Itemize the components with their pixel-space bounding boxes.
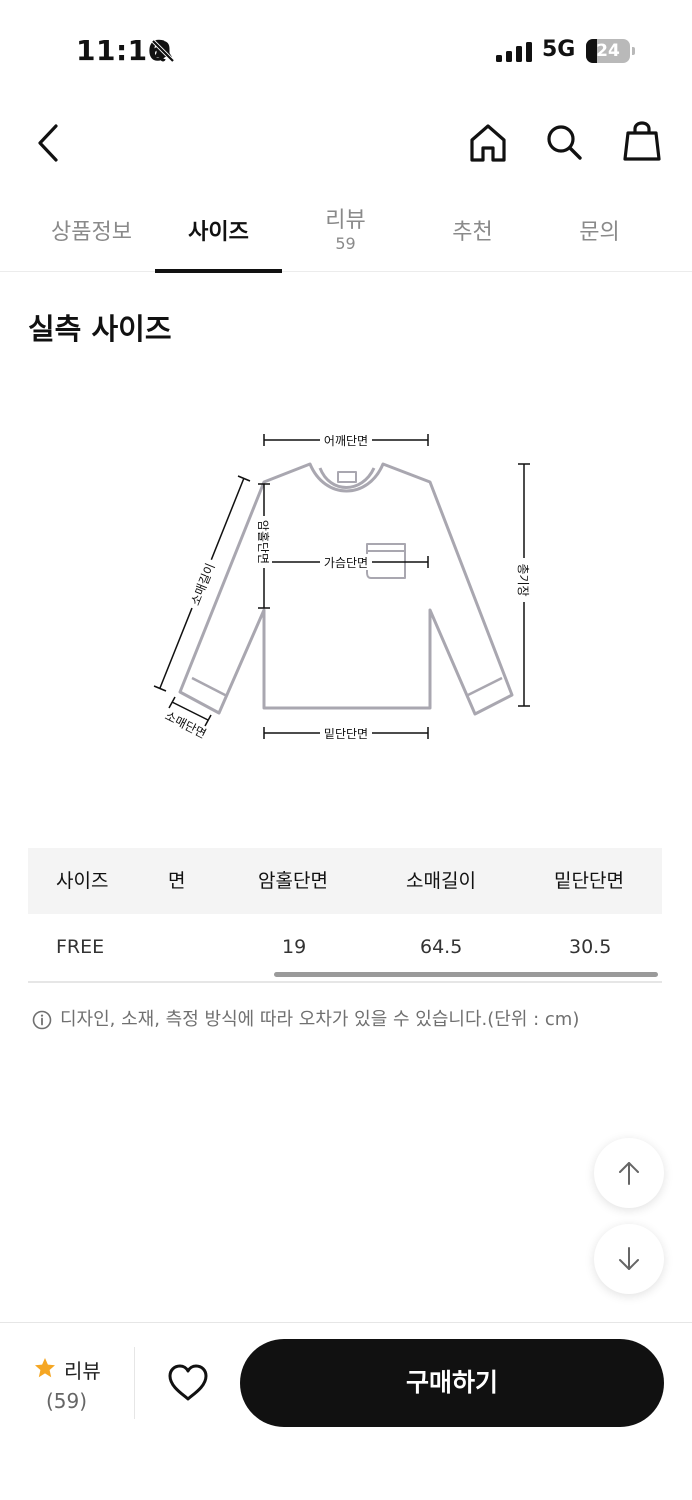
table-scrollbar[interactable] [274, 972, 658, 977]
product-tabs: 상품정보 사이즈 리뷰 59 추천 문의 [0, 196, 692, 273]
table-cell: FREE [56, 936, 105, 958]
size-diagram: 어깨단면 가슴단면 밑단단면 암홀단면 총기장 소매길이 소매단면 [153, 432, 532, 742]
home-icon[interactable] [466, 120, 510, 164]
label-armhole: 암홀단면 [256, 520, 270, 564]
section-title: 실측 사이즈 [28, 312, 172, 346]
tab-recommend[interactable]: 추천 [409, 196, 536, 272]
header-cell: 면 [168, 870, 186, 892]
table-cell: 30.5 [569, 936, 612, 958]
size-table[interactable]: 사이즈 면 암홀단면 소매길이 밑단단면 FREE 19 64.5 30.5 [28, 848, 662, 982]
header-cell: 암홀단면 [258, 870, 328, 892]
tab-label: 상품정보 [51, 220, 132, 245]
star-icon [35, 1358, 55, 1378]
status-bar: 11:16 5G 24 [0, 0, 692, 100]
label-total-length: 총기장 [516, 563, 530, 596]
label-shoulder: 어깨단면 [324, 434, 368, 448]
table-cell: 19 [282, 936, 307, 958]
network-type: 5G [542, 37, 576, 62]
battery-icon: 24 [586, 39, 630, 63]
label-hem: 밑단단면 [324, 727, 368, 741]
review-label: 리뷰 [64, 1359, 101, 1383]
shopping-bag-icon[interactable] [620, 118, 664, 164]
arrow-up-icon [619, 1162, 639, 1185]
battery-cap [632, 47, 635, 55]
review-summary[interactable]: 리뷰 (59) [30, 1353, 110, 1419]
battery-percent: 24 [596, 41, 620, 61]
table-divider [28, 982, 662, 983]
tab-label: 리뷰 [325, 208, 366, 233]
buy-button[interactable]: 구매하기 [240, 1339, 664, 1427]
back-arrow-icon[interactable] [30, 120, 70, 166]
header-cell: 밑단단면 [554, 870, 624, 892]
label-sleeve-length: 소매길이 [188, 561, 218, 607]
tab-inquiry[interactable]: 문의 [536, 196, 663, 272]
bottom-action-bar: 리뷰 (59) 구매하기 [0, 1322, 692, 1500]
tab-label: 사이즈 [188, 220, 249, 245]
scroll-top-button[interactable] [594, 1138, 664, 1208]
search-icon[interactable] [542, 120, 586, 164]
table-cell: 64.5 [420, 936, 463, 958]
notice-text: 디자인, 소재, 측정 방식에 따라 오차가 있을 수 있습니다.(단위 : c… [60, 1009, 580, 1030]
scroll-bottom-button[interactable] [594, 1224, 664, 1294]
header-cell: 사이즈 [56, 870, 109, 892]
review-count: (59) [46, 1389, 88, 1413]
tab-review[interactable]: 리뷰 59 [282, 196, 409, 272]
tab-product-info[interactable]: 상품정보 [28, 196, 155, 272]
tab-label: 추천 [452, 220, 493, 245]
divider [134, 1347, 135, 1419]
label-sleeve-width: 소매단면 [163, 709, 209, 742]
info-circle-icon [32, 1010, 52, 1030]
label-chest: 가슴단면 [324, 556, 368, 570]
table-header: 사이즈 면 암홀단면 소매길이 밑단단면 [28, 848, 662, 914]
heart-icon[interactable] [166, 1363, 210, 1403]
header-cell: 소매길이 [406, 870, 476, 892]
tab-active-underline [155, 269, 282, 273]
signal-icon [496, 42, 532, 62]
arrow-down-icon [619, 1247, 639, 1270]
tshirt-outline [178, 462, 514, 716]
tab-review-count: 59 [335, 234, 356, 253]
tab-label: 문의 [579, 220, 620, 245]
tab-size[interactable]: 사이즈 [155, 196, 282, 273]
bell-slash-icon [151, 39, 175, 63]
